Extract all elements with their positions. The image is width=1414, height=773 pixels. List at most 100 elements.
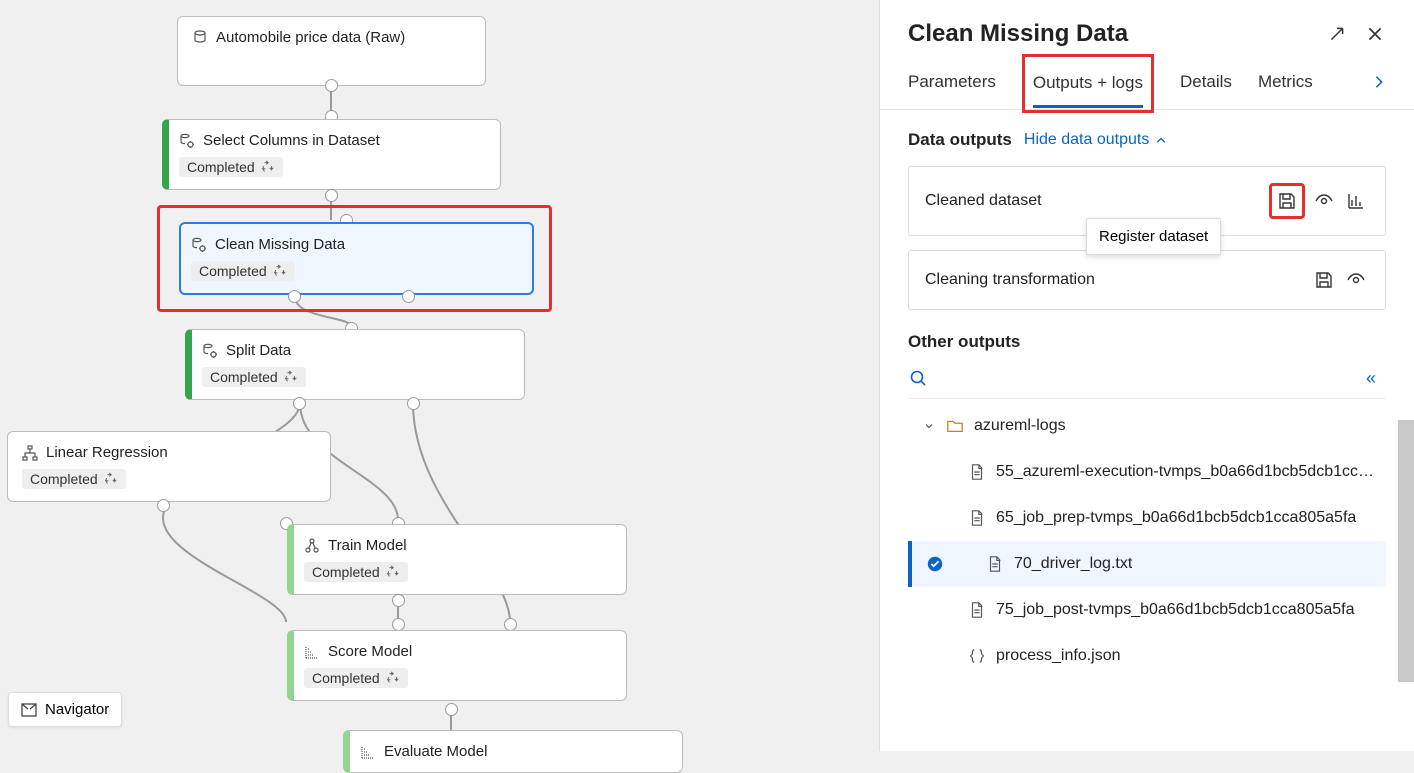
node-title-text: Score Model xyxy=(328,643,412,660)
output-name: Cleaning transformation xyxy=(925,271,1095,289)
node-clean-missing-data[interactable]: Clean Missing Data Completed xyxy=(179,222,534,295)
tree-file-process-info[interactable]: process_info.json xyxy=(908,633,1386,679)
tree-file-75[interactable]: 75_job_post-tvmps_b0a66d1bcb5dcb1cca805a… xyxy=(908,587,1386,633)
chevron-down-icon xyxy=(922,420,936,432)
hide-data-outputs-link[interactable]: Hide data outputs xyxy=(1024,131,1167,149)
database-icon xyxy=(192,30,208,46)
expand-icon[interactable] xyxy=(1326,23,1348,45)
node-title-text: Linear Regression xyxy=(46,444,168,461)
file-tree: azureml-logs 55_azureml-execution-tvmps_… xyxy=(908,403,1386,679)
preview-icon[interactable] xyxy=(1343,267,1369,293)
node-title-text: Select Columns in Dataset xyxy=(203,132,380,149)
highlight-save-icon xyxy=(1269,183,1305,219)
status-text: Completed xyxy=(312,564,380,580)
other-outputs-label: Other outputs xyxy=(908,332,1386,352)
tabs: Parameters Outputs + logs Details Metric… xyxy=(880,58,1414,110)
status-text: Completed xyxy=(187,159,255,175)
status-badge: Completed xyxy=(191,261,295,281)
file-icon xyxy=(968,601,986,619)
status-badge: Completed xyxy=(304,668,408,688)
panel-body: Data outputs Hide data outputs Cleaned d… xyxy=(880,110,1414,751)
file-label: 70_driver_log.txt xyxy=(1014,555,1132,573)
node-title-text: Clean Missing Data xyxy=(215,236,345,253)
collapse-tree-icon[interactable]: « xyxy=(1366,368,1386,388)
status-badge: Completed xyxy=(22,469,126,489)
folder-icon xyxy=(946,417,964,435)
status-badge: Completed xyxy=(304,562,408,582)
file-icon xyxy=(968,463,986,481)
output-name: Cleaned dataset xyxy=(925,192,1042,210)
node-evaluate-model[interactable]: Evaluate Model xyxy=(343,730,683,773)
port[interactable] xyxy=(392,594,405,607)
chevron-up-icon xyxy=(1155,134,1167,146)
tree-icon xyxy=(304,538,320,554)
tree-file-65[interactable]: 65_job_prep-tvmps_b0a66d1bcb5dcb1cca805a… xyxy=(908,495,1386,541)
recycle-icon xyxy=(273,264,287,278)
port[interactable] xyxy=(402,290,415,303)
file-label: 65_job_prep-tvmps_b0a66d1bcb5dcb1cca805a… xyxy=(996,509,1356,527)
node-score-model[interactable]: Score Model Completed xyxy=(287,630,627,701)
recycle-icon xyxy=(104,472,118,486)
file-label: process_info.json xyxy=(996,647,1121,665)
navigator-icon xyxy=(21,702,37,718)
save-icon[interactable] xyxy=(1274,188,1300,214)
scrollbar[interactable] xyxy=(1398,420,1414,682)
search-row: « xyxy=(908,364,1386,399)
close-icon[interactable] xyxy=(1364,23,1386,45)
folder-label: azureml-logs xyxy=(974,417,1066,435)
status-text: Completed xyxy=(30,471,98,487)
tree-file-70[interactable]: 70_driver_log.txt xyxy=(908,541,1386,587)
file-label: 55_azureml-execution-tvmps_b0a66d1bcb5dc… xyxy=(996,463,1382,481)
navigator-button[interactable]: Navigator xyxy=(8,692,122,727)
recycle-icon xyxy=(386,565,400,579)
port[interactable] xyxy=(325,189,338,202)
port[interactable] xyxy=(288,290,301,303)
status-badge: Completed xyxy=(179,157,283,177)
node-title-text: Evaluate Model xyxy=(384,743,487,760)
visualize-icon[interactable] xyxy=(1343,188,1369,214)
search-icon[interactable] xyxy=(908,368,928,388)
node-train-model[interactable]: Train Model Completed xyxy=(287,524,627,595)
status-text: Completed xyxy=(210,369,278,385)
hide-label-text: Hide data outputs xyxy=(1024,131,1149,149)
port[interactable] xyxy=(325,79,338,92)
tabs-scroll-right[interactable] xyxy=(1372,73,1386,94)
flow-icon xyxy=(22,445,38,461)
details-panel: Clean Missing Data Parameters Outputs + … xyxy=(879,0,1414,751)
file-icon xyxy=(968,509,986,527)
node-title-text: Train Model xyxy=(328,537,407,554)
tab-outputs-logs[interactable]: Outputs + logs xyxy=(1033,61,1143,108)
port[interactable] xyxy=(157,499,170,512)
tab-parameters[interactable]: Parameters xyxy=(908,60,996,107)
highlight-outputs-tab: Outputs + logs xyxy=(1022,54,1154,113)
file-icon xyxy=(986,555,1004,573)
preview-icon[interactable] xyxy=(1311,188,1337,214)
tab-details[interactable]: Details xyxy=(1180,60,1232,107)
node-select-columns[interactable]: Select Columns in Dataset Completed xyxy=(162,119,501,190)
tree-file-55[interactable]: 55_azureml-execution-tvmps_b0a66d1bcb5dc… xyxy=(908,449,1386,495)
node-linear-regression[interactable]: Linear Regression Completed xyxy=(7,431,331,502)
panel-header: Clean Missing Data xyxy=(880,0,1414,58)
node-split-data[interactable]: Split Data Completed xyxy=(185,329,525,400)
status-badge: Completed xyxy=(202,367,306,387)
recycle-icon xyxy=(261,160,275,174)
dataset-gear-icon xyxy=(179,133,195,149)
panel-title: Clean Missing Data xyxy=(908,20,1128,48)
check-circle-icon xyxy=(926,555,944,573)
output-cleaning-transformation: Cleaning transformation xyxy=(908,250,1386,310)
port[interactable] xyxy=(407,397,420,410)
chart-icon xyxy=(360,744,376,760)
node-title-text: Split Data xyxy=(226,342,291,359)
navigator-label: Navigator xyxy=(45,701,109,718)
status-text: Completed xyxy=(312,670,380,686)
node-automobile-raw[interactable]: Automobile price data (Raw) xyxy=(177,16,486,86)
chart-icon xyxy=(304,644,320,660)
save-icon[interactable] xyxy=(1311,267,1337,293)
tree-folder-azureml-logs[interactable]: azureml-logs xyxy=(908,403,1386,449)
data-outputs-label: Data outputs xyxy=(908,130,1012,150)
pipeline-canvas[interactable]: .cn{fill:none;stroke:#9a9a9a;stroke-widt… xyxy=(0,0,879,751)
recycle-icon xyxy=(284,370,298,384)
tab-metrics[interactable]: Metrics xyxy=(1258,60,1313,107)
port[interactable] xyxy=(293,397,306,410)
port[interactable] xyxy=(445,703,458,716)
